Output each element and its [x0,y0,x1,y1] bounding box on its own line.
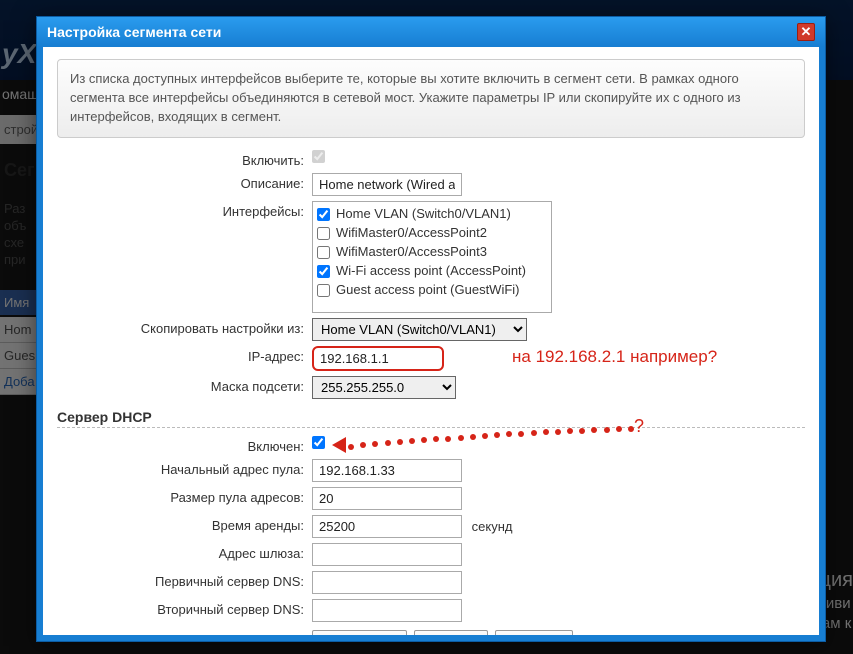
interface-checkbox[interactable] [317,284,330,297]
ip-label: IP-адрес: [57,346,312,364]
pool-start-input[interactable] [312,459,462,482]
interface-checkbox[interactable] [317,227,330,240]
dns1-label: Первичный сервер DNS: [57,571,312,589]
spacer [57,630,312,633]
seconds-label: секунд [472,519,513,534]
interface-item[interactable]: WifiMaster0/AccessPoint2 [317,223,547,242]
interface-checkbox[interactable] [317,208,330,221]
description-label: Описание: [57,173,312,191]
interface-label-text: Wi-Fi access point (AccessPoint) [336,263,526,278]
interface-item[interactable]: WifiMaster0/AccessPoint3 [317,242,547,261]
modal-body: Из списка доступных интерфейсов выберите… [43,47,819,635]
interfaces-listbox[interactable]: Home VLAN (Switch0/VLAN1) WifiMaster0/Acc… [312,201,552,313]
modal-titlebar: Настройка сегмента сети ✕ [37,17,825,47]
interface-item[interactable]: Wi-Fi access point (AccessPoint) [317,261,547,280]
copy-from-select[interactable]: Home VLAN (Switch0/VLAN1) [312,318,527,341]
pool-start-label: Начальный адрес пула: [57,459,312,477]
modal-title-text: Настройка сегмента сети [47,17,221,47]
interface-label-text: Guest access point (GuestWiFi) [336,282,520,297]
interface-label-text: WifiMaster0/AccessPoint3 [336,244,487,259]
close-icon: ✕ [801,24,812,39]
pool-size-label: Размер пула адресов: [57,487,312,505]
subnet-mask-select[interactable]: 255.255.255.0 [312,376,456,399]
delete-button: Удалить [495,630,573,635]
dhcp-enabled-label: Включен: [57,436,312,454]
enable-label: Включить: [57,150,312,168]
dns-secondary-input[interactable] [312,599,462,622]
pool-size-input[interactable] [312,487,462,510]
interface-item[interactable]: Guest access point (GuestWiFi) [317,280,547,299]
interface-label-text: Home VLAN (Switch0/VLAN1) [336,206,511,221]
info-panel: Из списка доступных интерфейсов выберите… [57,59,805,138]
network-segment-settings-modal: Настройка сегмента сети ✕ Из списка дост… [36,16,826,642]
gateway-input[interactable] [312,543,462,566]
description-input[interactable] [312,173,462,196]
close-button[interactable]: ✕ [797,23,815,41]
dhcp-section-title: Сервер DHCP [57,409,805,425]
interface-checkbox[interactable] [317,265,330,278]
interface-label-text: WifiMaster0/AccessPoint2 [336,225,487,240]
annotation-ip-note: на 192.168.2.1 например? [512,347,717,367]
ip-address-input[interactable] [312,346,444,371]
interfaces-label: Интерфейсы: [57,201,312,219]
dashed-separator [57,427,805,428]
gateway-label: Адрес шлюза: [57,543,312,561]
apply-button[interactable]: Применить [312,630,407,635]
lease-label: Время аренды: [57,515,312,533]
mask-label: Маска подсети: [57,376,312,394]
copy-from-label: Скопировать настройки из: [57,318,312,336]
cancel-button[interactable]: Отмена [414,630,489,635]
interface-item[interactable]: Home VLAN (Switch0/VLAN1) [317,204,547,223]
lease-time-input[interactable] [312,515,462,538]
dns-primary-input[interactable] [312,571,462,594]
settings-form: Включить: Описание: Интерфейсы: Home VLA… [57,150,805,635]
enable-checkbox [312,150,325,163]
dhcp-enabled-checkbox[interactable] [312,436,325,449]
dns2-label: Вторичный сервер DNS: [57,599,312,617]
interface-checkbox[interactable] [317,246,330,259]
